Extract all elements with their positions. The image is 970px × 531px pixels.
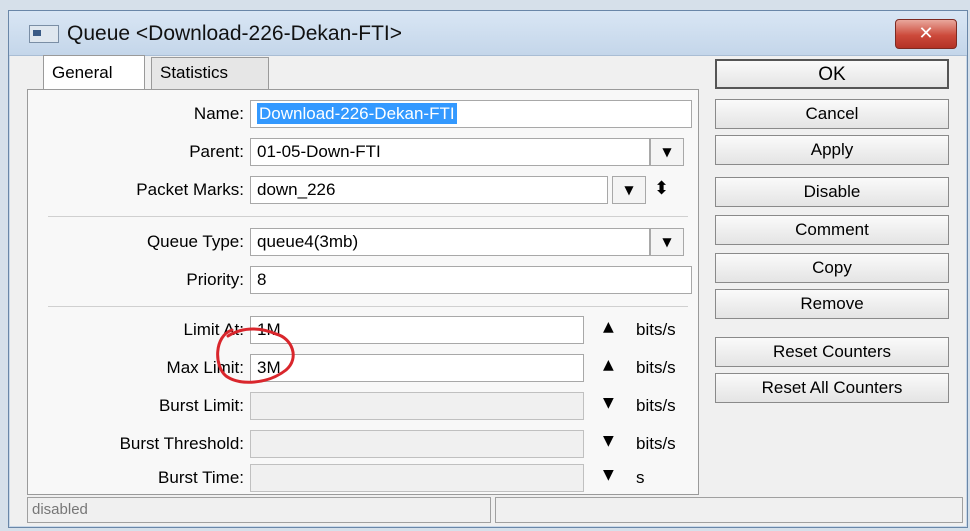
queue-type-row: Queue Type: queue4(3mb) ▼ [28,228,698,258]
apply-button[interactable]: Apply [715,135,949,165]
burst-time-down-arrow-icon[interactable]: ▼ [603,467,614,483]
burst-limit-row: Burst Limit: ▼ bits/s [28,392,698,422]
max-limit-input[interactable]: 3M [250,354,584,382]
burst-time-input[interactable] [250,464,584,492]
separator [48,306,688,307]
limit-at-unit: bits/s [636,320,676,339]
burst-threshold-label: Burst Threshold: [119,434,244,453]
limit-at-input[interactable]: 1M [250,316,584,344]
packet-marks-row: Packet Marks: down_226 ▼ ⬍ [28,176,698,206]
max-limit-label: Max Limit: [166,358,244,377]
tab-general[interactable]: General [43,55,145,89]
parent-row: Parent: 01-05-Down-FTI ▼ [28,138,698,168]
status-right-pane [495,497,963,523]
comment-button[interactable]: Comment [715,215,949,245]
name-label: Name: [193,104,244,123]
burst-limit-down-arrow-icon[interactable]: ▼ [603,395,614,411]
window-title: Queue <Download-226-Dekan-FTI> [67,22,403,45]
queue-dialog-window: Queue <Download-226-Dekan-FTI> ✕ General… [8,10,968,528]
max-limit-unit: bits/s [636,358,676,377]
burst-limit-unit: bits/s [636,396,676,415]
name-row: Name: Download-226-Dekan-FTI [28,100,698,130]
burst-threshold-down-arrow-icon[interactable]: ▼ [603,433,614,449]
parent-select[interactable]: 01-05-Down-FTI [250,138,650,166]
priority-label: Priority: [186,270,244,289]
packet-marks-label: Packet Marks: [136,180,244,199]
queue-type-dropdown-icon[interactable]: ▼ [650,228,684,256]
general-panel: Name: Download-226-Dekan-FTI Parent: 01-… [27,89,699,495]
reset-counters-button[interactable]: Reset Counters [715,337,949,367]
max-limit-up-arrow-icon[interactable]: ▲ [603,357,614,373]
burst-time-row: Burst Time: ▼ s [28,464,698,494]
reset-all-counters-button[interactable]: Reset All Counters [715,373,949,403]
burst-time-unit: s [636,468,645,487]
separator [48,216,688,217]
ok-button[interactable]: OK [715,59,949,89]
limit-at-row: Limit At: 1M ▲ bits/s [28,316,698,346]
limit-at-label: Limit At: [183,320,244,339]
parent-dropdown-icon[interactable]: ▼ [650,138,684,166]
close-icon[interactable]: ✕ [895,19,957,49]
packet-marks-dropdown-icon[interactable]: ▼ [612,176,646,204]
limit-at-up-arrow-icon[interactable]: ▲ [603,319,614,335]
burst-threshold-input[interactable] [250,430,584,458]
remove-button[interactable]: Remove [715,289,949,319]
updown-arrows-icon[interactable]: ⬍ [654,178,669,199]
burst-time-label: Burst Time: [158,468,244,487]
cancel-button[interactable]: Cancel [715,99,949,129]
title-bar[interactable]: Queue <Download-226-Dekan-FTI> ✕ [9,11,967,56]
queue-type-label: Queue Type: [146,232,244,251]
status-bar: disabled [27,497,963,523]
queue-type-select[interactable]: queue4(3mb) [250,228,650,256]
name-value: Download-226-Dekan-FTI [257,103,457,124]
burst-limit-input[interactable] [250,392,584,420]
priority-row: Priority: 8 [28,266,698,296]
tab-statistics[interactable]: Statistics [151,57,269,89]
packet-marks-select[interactable]: down_226 [250,176,608,204]
window-app-icon [29,25,59,43]
disable-button[interactable]: Disable [715,177,949,207]
parent-label: Parent: [189,142,244,161]
copy-button[interactable]: Copy [715,253,949,283]
burst-threshold-row: Burst Threshold: ▼ bits/s [28,430,698,460]
burst-threshold-unit: bits/s [636,434,676,453]
name-input[interactable]: Download-226-Dekan-FTI [250,100,692,128]
burst-limit-label: Burst Limit: [158,396,244,415]
status-text: disabled [27,497,491,523]
max-limit-row: Max Limit: 3M ▲ bits/s [28,354,698,384]
priority-input[interactable]: 8 [250,266,692,294]
